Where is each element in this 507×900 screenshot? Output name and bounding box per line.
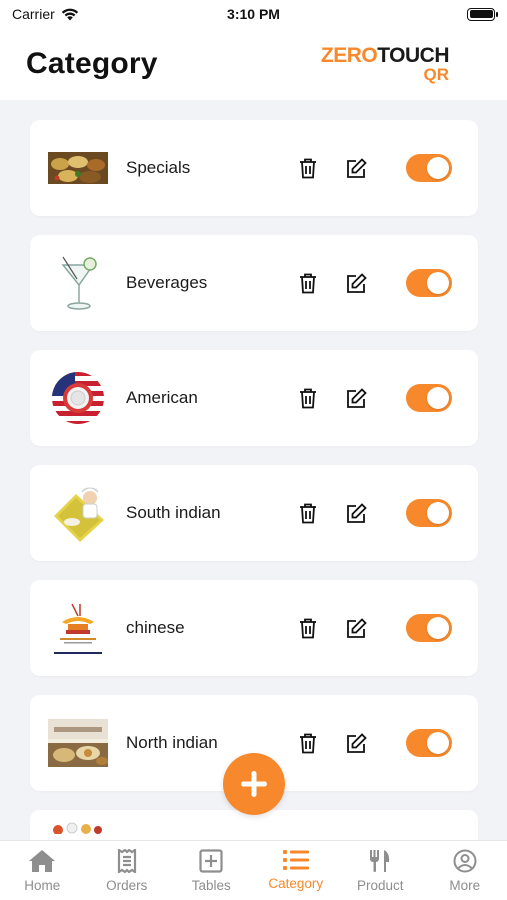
edit-button[interactable] <box>344 501 368 525</box>
category-card[interactable]: Beverages <box>30 235 478 331</box>
brand-touch: TOUCH <box>377 44 449 67</box>
status-bar: Carrier 3:10 PM <box>0 0 507 28</box>
enable-toggle[interactable] <box>406 729 452 757</box>
edit-button[interactable] <box>344 731 368 755</box>
carrier-label: Carrier <box>12 6 55 22</box>
trash-icon <box>300 388 316 408</box>
edit-button[interactable] <box>344 271 368 295</box>
tab-label: Product <box>356 878 404 893</box>
american-flag-plate-image <box>48 370 108 426</box>
delete-button[interactable] <box>296 156 320 180</box>
category-card[interactable]: chinese <box>30 580 478 676</box>
edit-button[interactable] <box>344 386 368 410</box>
wifi-icon <box>61 8 78 20</box>
tab-label: Tables <box>191 878 231 893</box>
tab-label: Orders <box>106 878 148 893</box>
category-card[interactable]: South indian <box>30 465 478 561</box>
enable-toggle[interactable] <box>406 269 452 297</box>
edit-icon <box>346 272 367 293</box>
delete-button[interactable] <box>296 386 320 410</box>
category-name: American <box>126 388 198 407</box>
fork-knife-icon <box>370 850 390 872</box>
edit-icon <box>346 732 367 753</box>
food-platter-image <box>48 140 108 196</box>
category-name: South indian <box>126 503 221 522</box>
list-icon <box>282 850 309 870</box>
category-card[interactable]: Specials <box>30 120 478 216</box>
brand-qr: QR <box>423 65 450 84</box>
tab-category[interactable]: Category <box>254 841 339 900</box>
header: Category ZEROTOUCH QR <box>0 28 507 100</box>
category-card[interactable]: American <box>30 350 478 446</box>
category-partial-image <box>48 810 108 834</box>
cocktail-glass-image <box>48 255 108 311</box>
plus-icon <box>241 771 267 797</box>
home-icon <box>29 850 56 872</box>
edit-icon <box>346 387 367 408</box>
chef-banana-leaf-image <box>48 485 108 542</box>
edit-button[interactable] <box>344 616 368 640</box>
tab-tables[interactable]: Tables <box>169 841 254 900</box>
page-title: Category <box>26 47 158 80</box>
enable-toggle[interactable] <box>406 154 452 182</box>
category-list[interactable]: Specials Beverages American South indian… <box>0 100 507 840</box>
enable-toggle[interactable] <box>406 614 452 642</box>
category-name: Specials <box>126 158 191 177</box>
tab-orders[interactable]: Orders <box>85 841 170 900</box>
receipt-icon <box>117 849 136 873</box>
trash-icon <box>300 503 316 523</box>
delete-button[interactable] <box>296 731 320 755</box>
tab-product[interactable]: Product <box>338 841 423 900</box>
enable-toggle[interactable] <box>406 499 452 527</box>
delete-button[interactable] <box>296 616 320 640</box>
delete-button[interactable] <box>296 271 320 295</box>
plus-square-icon <box>199 849 223 873</box>
trash-icon <box>300 158 316 178</box>
brand-logo: ZEROTOUCH QR <box>320 44 450 84</box>
battery-icon <box>467 7 498 21</box>
enable-toggle[interactable] <box>406 384 452 412</box>
tab-bar: Home Orders Tables Category Product More <box>0 840 507 900</box>
trash-icon <box>300 273 316 293</box>
tab-label: Home <box>24 878 61 893</box>
trash-icon <box>300 618 316 638</box>
category-name: Beverages <box>126 273 208 292</box>
trash-icon <box>300 733 316 753</box>
edit-icon <box>346 617 367 638</box>
tab-label: Category <box>268 876 324 891</box>
delete-button[interactable] <box>296 501 320 525</box>
user-circle-icon <box>453 849 477 873</box>
north-indian-cuisine-image <box>48 715 108 771</box>
chinese-pagoda-logo-image <box>48 600 108 656</box>
edit-icon <box>346 502 367 523</box>
add-category-button[interactable] <box>223 753 285 815</box>
brand-zero: ZERO <box>320 44 378 67</box>
tab-label: More <box>449 878 481 893</box>
edit-icon <box>346 157 367 178</box>
status-time: 3:10 PM <box>227 6 280 22</box>
edit-button[interactable] <box>344 156 368 180</box>
category-name: North indian <box>126 733 218 752</box>
category-name: chinese <box>126 618 185 637</box>
tab-home[interactable]: Home <box>0 841 85 900</box>
tab-more[interactable]: More <box>423 841 507 900</box>
status-left: Carrier <box>12 6 79 22</box>
